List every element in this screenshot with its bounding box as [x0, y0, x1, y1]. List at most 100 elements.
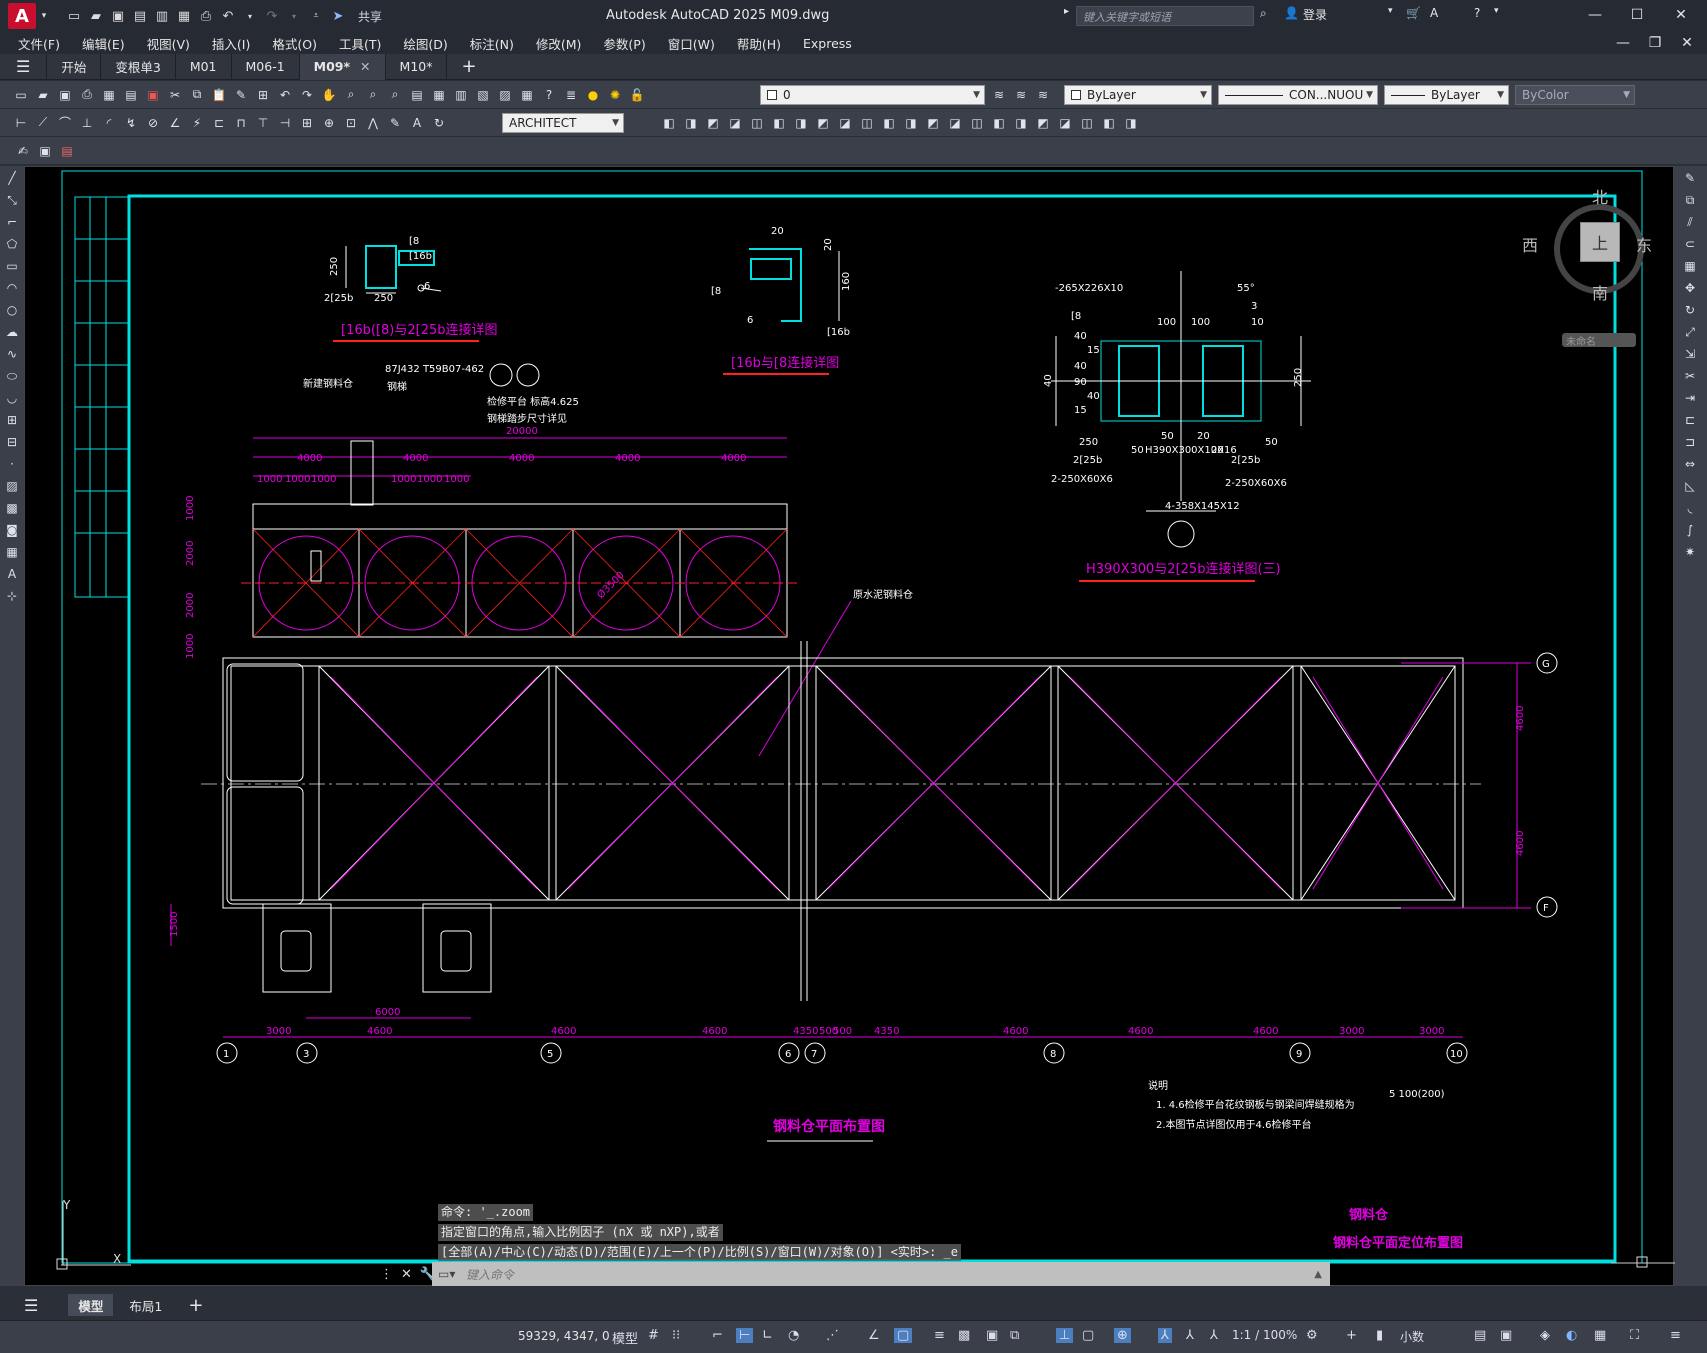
undo-icon[interactable]: ↶	[220, 8, 236, 24]
redo-icon[interactable]: ↷	[298, 86, 316, 104]
signature-icon[interactable]: ✍	[14, 142, 32, 160]
chamfer-icon[interactable]: ◺	[1680, 476, 1700, 496]
plotstyle-dropdown[interactable]: ByColor ▼	[1515, 85, 1635, 105]
tool-palettes-icon[interactable]: ▥	[452, 86, 470, 104]
help-dropdown-icon[interactable]: ▾	[1494, 6, 1499, 16]
workspace-gear-icon[interactable]: ⚙	[1306, 1328, 1318, 1343]
clean-screen-icon[interactable]: ⛶	[1630, 1328, 1639, 1343]
units-value[interactable]: 小数	[1400, 1328, 1424, 1345]
command-input[interactable]: ▭▾ 键入命令 ▲	[432, 1262, 1330, 1286]
infer-constraints-icon[interactable]: ⌐	[712, 1328, 723, 1343]
isodraft-icon[interactable]: ⋰	[826, 1328, 839, 1343]
table-icon[interactable]: ▦	[2, 542, 22, 562]
zoom-window-icon[interactable]: ⌕	[364, 86, 382, 104]
tab-m10[interactable]: M10*	[386, 53, 448, 80]
3d-print-icon[interactable]: ▣	[144, 86, 162, 104]
tab-m06-1[interactable]: M06-1	[232, 53, 300, 80]
interfere-icon[interactable]: ◧	[880, 114, 898, 132]
add-selected-icon[interactable]: ⊹	[2, 586, 22, 606]
mtext-icon[interactable]: A	[2, 564, 22, 584]
ordinate-dim-icon[interactable]: ⊥	[78, 114, 96, 132]
dim-text-edit-icon[interactable]: A	[408, 114, 426, 132]
mesh-icon[interactable]: ◧	[990, 114, 1008, 132]
annotation-monitor-icon[interactable]: +	[1346, 1328, 1357, 1343]
array-icon[interactable]: ▦	[1680, 256, 1700, 276]
new-tab-button[interactable]: +	[447, 54, 490, 80]
open-folder-icon[interactable]: ▰	[88, 8, 104, 24]
dimstyle-dropdown[interactable]: ARCHITECT ▼	[502, 113, 624, 133]
cut-icon[interactable]: ✂	[166, 86, 184, 104]
annotation-scale-icon[interactable]: ⅄	[1210, 1328, 1218, 1343]
menu-item-insert[interactable]: 插入(I)	[212, 34, 250, 53]
sheet-set-icon[interactable]: ▧	[474, 86, 492, 104]
align-3d-icon[interactable]: ◫	[1078, 114, 1096, 132]
construction-line-icon[interactable]: ⤡	[2, 190, 22, 210]
doc-close-button[interactable]: ✕	[1672, 32, 1702, 54]
menu-item-edit[interactable]: 编辑(E)	[82, 34, 125, 53]
layer-previous-icon[interactable]: ≋	[1012, 86, 1030, 104]
jogged-linear-icon[interactable]: ⋀	[364, 114, 382, 132]
close-button[interactable]: ✕	[1666, 4, 1696, 26]
copy-object-icon[interactable]: ⧉	[1680, 190, 1700, 210]
extend-icon[interactable]: ⇥	[1680, 388, 1700, 408]
menu-item-format[interactable]: 格式(O)	[272, 34, 317, 53]
scale-icon[interactable]: ⤢	[1680, 322, 1700, 342]
lock-ui-icon[interactable]: ▣	[1500, 1328, 1512, 1343]
menu-item-file[interactable]: 文件(F)	[18, 34, 60, 53]
copy-icon[interactable]: ⧉	[188, 86, 206, 104]
dim-break-icon[interactable]: ⊣	[276, 114, 294, 132]
sphere-icon[interactable]: ◨	[682, 114, 700, 132]
dim-edit-icon[interactable]: ✎	[386, 114, 404, 132]
plot-preview-icon[interactable]: ▦	[100, 86, 118, 104]
layer-on-icon[interactable]: ●	[584, 86, 602, 104]
search-icon[interactable]: ⌕	[1260, 6, 1267, 21]
undo-dropdown-icon[interactable]: ▾	[242, 8, 258, 24]
quick-dim-icon[interactable]: ⚡	[188, 114, 206, 132]
tab-m01[interactable]: M01	[176, 53, 232, 80]
object-snap-tracking-icon[interactable]: ∠	[868, 1328, 880, 1343]
revision-cloud-icon[interactable]: ☁	[2, 322, 22, 342]
markup-icon[interactable]: ▨	[496, 86, 514, 104]
image-icon[interactable]: ▣	[36, 142, 54, 160]
center-mark-icon[interactable]: ⊕	[320, 114, 338, 132]
share-icon[interactable]: ➤	[330, 8, 346, 24]
save-icon[interactable]: ▣	[56, 86, 74, 104]
close-command-icon[interactable]: ✕	[401, 1267, 412, 1282]
ortho-icon[interactable]: ∟	[762, 1328, 773, 1343]
insert-block-icon[interactable]: ⊞	[2, 410, 22, 430]
mirror-3d-icon[interactable]: ◧	[1100, 114, 1118, 132]
maximize-button[interactable]: ☐	[1622, 4, 1652, 26]
dropdown-arrow-icon[interactable]: ▾	[36, 8, 52, 24]
slice-icon[interactable]: ◪	[836, 114, 854, 132]
layout-menu-icon[interactable]: ☰	[14, 1294, 48, 1316]
viewcube-west[interactable]: 西	[1522, 232, 1538, 256]
jogged-dim-icon[interactable]: ↯	[122, 114, 140, 132]
new-file-icon[interactable]: ▭	[66, 8, 82, 24]
layer-lock-icon[interactable]: 🔓	[628, 86, 646, 104]
make-block-icon[interactable]: ⊟	[2, 432, 22, 452]
hatch-icon[interactable]: ▨	[2, 476, 22, 496]
viewcube[interactable]: 上 北 南 西 东 未命名	[1522, 188, 1660, 348]
arc-icon[interactable]: ◠	[2, 278, 22, 298]
rectangle-icon[interactable]: ▭	[2, 256, 22, 276]
customization-icon[interactable]: ≡	[1670, 1328, 1681, 1343]
circle-icon[interactable]: ○	[2, 300, 22, 320]
command-history-toggle-icon[interactable]: ▲	[1314, 1269, 1322, 1280]
menu-item-view[interactable]: 视图(V)	[147, 34, 190, 53]
angular-dim-icon[interactable]: ∠	[166, 114, 184, 132]
blend-curves-icon[interactable]: ∫	[1680, 520, 1700, 540]
close-tab-icon[interactable]: ✕	[360, 59, 370, 74]
units-icon[interactable]: ▮	[1376, 1328, 1383, 1343]
lineweight-dropdown[interactable]: ByLayer ▼	[1384, 85, 1509, 105]
radius-dim-icon[interactable]: ◜	[100, 114, 118, 132]
aligned-dim-icon[interactable]: ⟋	[34, 114, 52, 132]
snap-icon[interactable]: ⁝⁝	[672, 1328, 680, 1343]
inspection-icon[interactable]: ⊡	[342, 114, 360, 132]
polyline-icon[interactable]: ⌐	[2, 212, 22, 232]
arc-length-icon[interactable]: ⌒	[56, 114, 74, 132]
subtract-icon[interactable]: ◨	[792, 114, 810, 132]
3d-osnap-icon[interactable]: ⧉	[1010, 1328, 1019, 1343]
save-as-icon[interactable]: ▤	[132, 8, 148, 24]
layer-properties-icon[interactable]: ≣	[562, 86, 580, 104]
redo-icon[interactable]: ↷	[264, 8, 280, 24]
